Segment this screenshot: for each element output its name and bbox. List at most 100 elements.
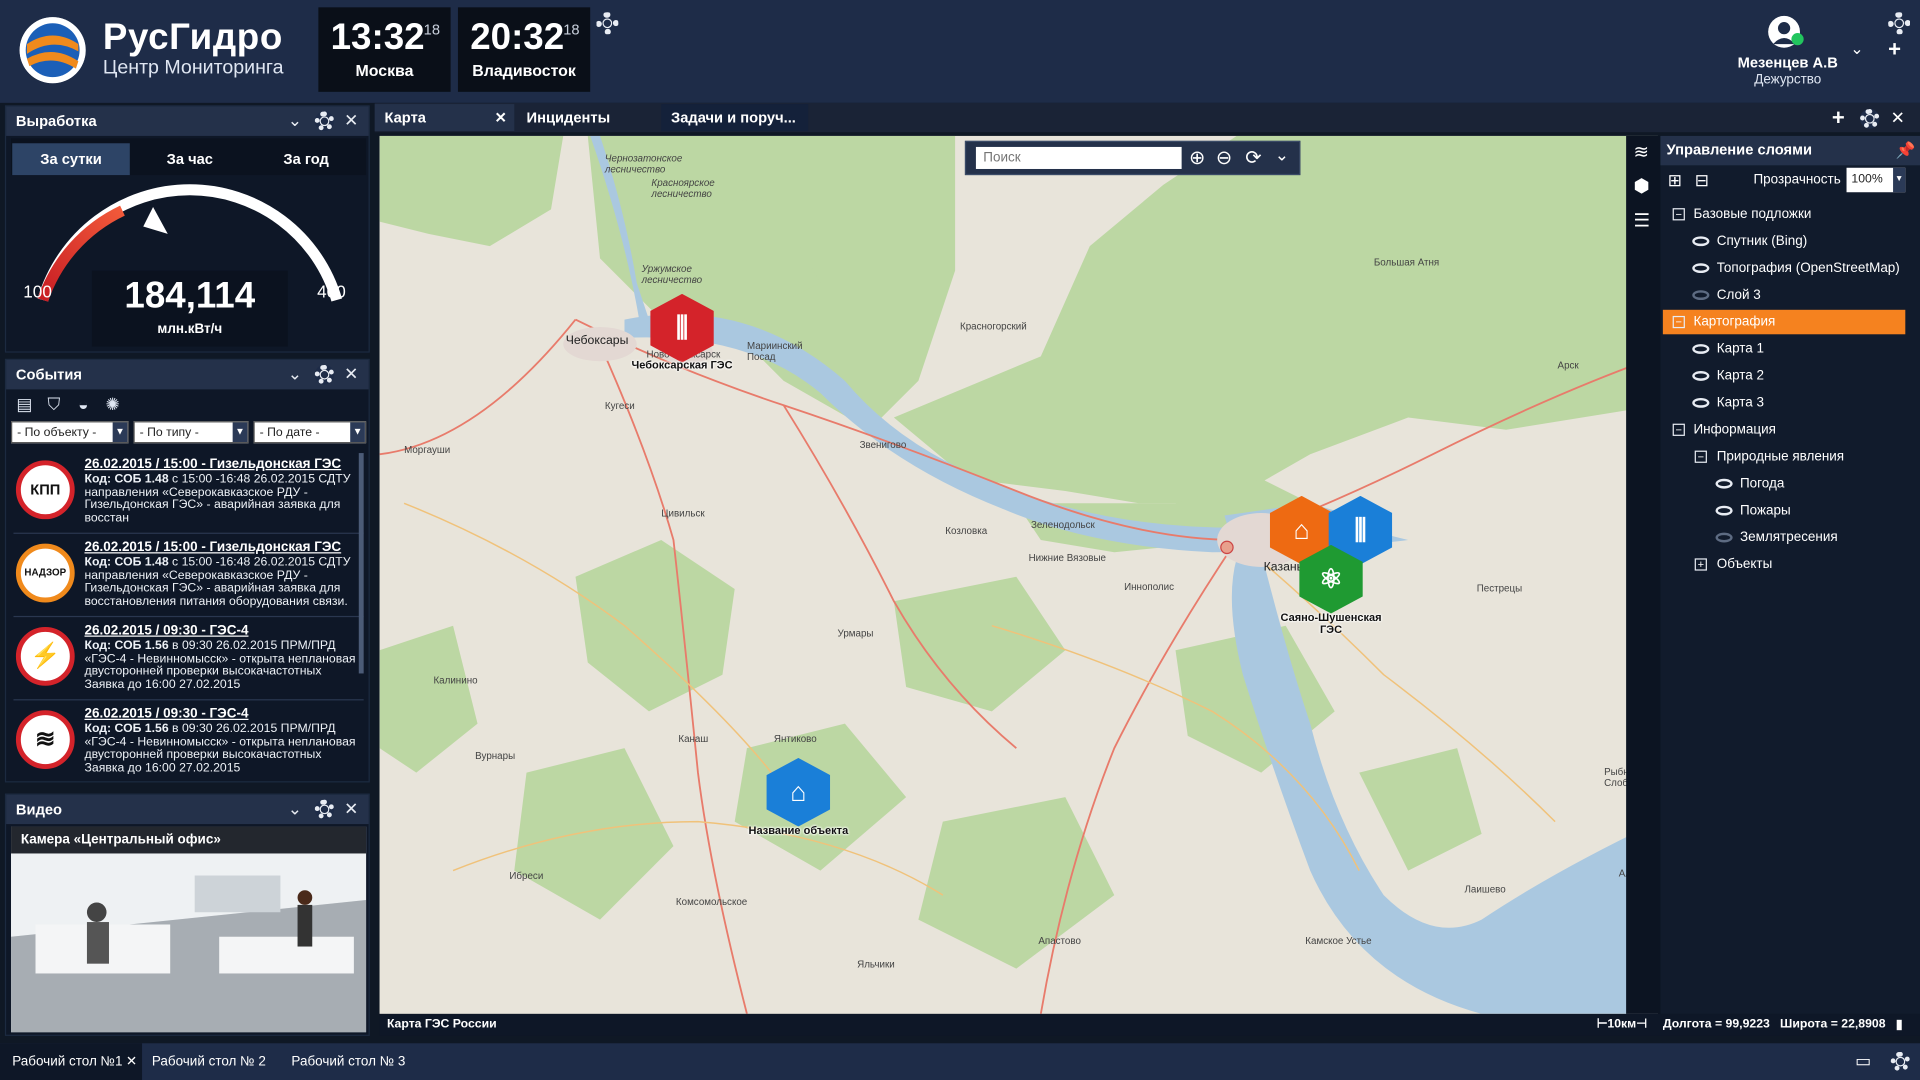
clock-settings-gear-icon[interactable]	[596, 12, 619, 35]
panel-settings-gear-icon[interactable]	[314, 364, 335, 385]
fullscreen-icon[interactable]: ▭	[1855, 1051, 1871, 1072]
tab-hour[interactable]: За час	[131, 143, 249, 175]
event-title[interactable]: 26.02.2015 / 09:30 - ГЭС-4	[84, 707, 248, 722]
collapse-box-icon[interactable]: −	[1672, 315, 1685, 329]
alarm-icon[interactable]: ✺	[102, 394, 124, 416]
layer-earthquakes[interactable]: Землятресения	[1660, 525, 1905, 549]
layer-weather[interactable]: Погода	[1660, 471, 1905, 495]
map-view[interactable]: Чебоксары Новочебоксарск Казань Мариинск…	[379, 135, 1658, 1014]
refresh-icon[interactable]: ⟳	[1245, 146, 1261, 170]
event-code: Код: СОБ 1.56	[84, 723, 169, 736]
gauge-min: 100	[23, 281, 52, 302]
layer-subgroup-nature[interactable]: − Природные явления	[1660, 444, 1905, 468]
layer-group-info[interactable]: − Информация	[1660, 418, 1905, 442]
close-icon[interactable]: ✕	[344, 364, 358, 385]
layer-subgroup-objects[interactable]: + Объекты	[1660, 552, 1905, 576]
eye-icon[interactable]	[1715, 478, 1733, 489]
event-title[interactable]: 26.02.2015 / 15:00 - Гизельдонская ГЭС	[84, 540, 341, 555]
filter-type-select[interactable]: - По типу - ▼	[133, 421, 249, 444]
close-icon[interactable]: ✕	[344, 798, 358, 819]
user-avatar-icon[interactable]	[1766, 15, 1805, 52]
event-item[interactable]: КПП 26.02.2015 / 15:00 - Гизельдонская Г…	[13, 453, 364, 534]
filter-date-select[interactable]: - По дате - ▼	[253, 421, 367, 444]
office-camera-image	[11, 826, 367, 1033]
expand-box-icon[interactable]: +	[1694, 558, 1707, 571]
zoom-in-icon[interactable]: ⊕	[1189, 146, 1205, 170]
eye-icon[interactable]	[1692, 371, 1710, 381]
layers-stack-icon[interactable]: ≋	[1633, 141, 1648, 163]
checkpoint-icon: КПП	[15, 460, 75, 520]
add-widget-icon[interactable]: +	[1888, 37, 1901, 63]
shield-icon[interactable]: ⛉	[43, 394, 65, 416]
eye-icon[interactable]	[1715, 505, 1733, 516]
layer-bing[interactable]: Спутник (Bing)	[1660, 229, 1905, 253]
desktop-label: Рабочий стол №1	[12, 1054, 123, 1069]
collapse-box-icon[interactable]: −	[1694, 450, 1707, 463]
expand-all-icon[interactable]: ⊞	[1668, 170, 1682, 191]
eye-icon[interactable]	[1692, 344, 1710, 354]
collapse-chevron-icon[interactable]: ⌄	[288, 798, 302, 819]
eye-icon[interactable]	[1692, 263, 1710, 274]
tab-incidents[interactable]: Инциденты	[517, 104, 659, 131]
event-item[interactable]: ⚡ 26.02.2015 / 09:30 - ГЭС-4 Код: СОБ 1.…	[13, 620, 364, 701]
eye-hidden-icon[interactable]	[1692, 290, 1710, 301]
panel-settings-gear-icon[interactable]	[314, 799, 335, 820]
map-search-input[interactable]	[975, 146, 1182, 169]
collapse-box-icon[interactable]: −	[1672, 208, 1685, 221]
add-tab-icon[interactable]: +	[1832, 105, 1845, 131]
desktop-tab-2[interactable]: Рабочий стол № 2	[140, 1043, 278, 1080]
eye-icon[interactable]	[1692, 397, 1710, 408]
layer-group-cartography[interactable]: − Картография	[1662, 309, 1906, 335]
settings-gear-icon[interactable]	[1890, 1051, 1911, 1072]
opacity-label: Прозрачность	[1753, 172, 1841, 188]
collapse-box-icon[interactable]: −	[1672, 423, 1685, 436]
layer-map-3[interactable]: Карта 3	[1660, 391, 1905, 415]
close-icon[interactable]: ✕	[126, 1043, 137, 1080]
tab-day[interactable]: За сутки	[12, 143, 130, 176]
layer-map-2[interactable]: Карта 2	[1660, 364, 1905, 388]
eye-hidden-icon[interactable]	[1715, 532, 1733, 543]
filter-all-icon[interactable]: ▤	[13, 394, 35, 416]
event-title[interactable]: 26.02.2015 / 15:00 - Гизельдонская ГЭС	[84, 457, 341, 472]
desktop-bar: Рабочий стол №1 ✕ Рабочий стол № 2 Рабочи…	[0, 1043, 1920, 1080]
event-title[interactable]: 26.02.2015 / 09:30 - ГЭС-4	[84, 623, 248, 638]
collapse-chevron-icon[interactable]: ⌄	[288, 110, 302, 131]
lock-icon[interactable]: ▮	[1896, 1014, 1903, 1036]
panel-settings-gear-icon[interactable]	[314, 111, 335, 132]
collapse-chevron-icon[interactable]: ⌄	[288, 364, 302, 385]
map-label: Ибреси	[509, 870, 544, 882]
hexagon-icon[interactable]: ⬢	[1633, 175, 1649, 197]
map-label: Нижние Вязовые	[1028, 552, 1106, 564]
layer-fires[interactable]: Пожары	[1660, 498, 1905, 522]
user-menu-chevron-down-icon[interactable]: ⌄	[1850, 39, 1863, 59]
layer-group-base[interactable]: − Базовые подложки	[1660, 202, 1905, 226]
layer-osm[interactable]: Топография (OpenStreetMap)	[1660, 256, 1905, 280]
zoom-out-icon[interactable]: ⊖	[1216, 146, 1232, 170]
desktop-tab-3[interactable]: Рабочий стол № 3	[279, 1043, 417, 1080]
helmet-icon[interactable]: ◒	[72, 394, 94, 416]
chevron-down-icon[interactable]: ⌄	[1275, 144, 1289, 165]
pin-icon[interactable]: 📌	[1896, 141, 1916, 161]
close-icon[interactable]: ✕	[1891, 108, 1905, 129]
list-icon[interactable]: ☰	[1633, 209, 1649, 232]
collapse-all-icon[interactable]: ⊟	[1695, 170, 1709, 191]
desktop-tab-1[interactable]: Рабочий стол №1 ✕	[0, 1043, 143, 1080]
close-icon[interactable]: ✕	[344, 110, 358, 131]
tab-map[interactable]: Карта ✕	[374, 104, 515, 132]
layer-3[interactable]: Слой 3	[1660, 283, 1905, 307]
tab-year[interactable]: За год	[247, 143, 365, 175]
eye-icon[interactable]	[1692, 236, 1710, 247]
battery-bolt-icon: ⚡	[15, 626, 75, 686]
events-scrollbar[interactable]	[358, 453, 364, 674]
settings-gear-icon[interactable]	[1888, 12, 1911, 35]
map-label: Апастово	[1038, 935, 1081, 947]
opacity-select[interactable]: 100% ▼	[1846, 167, 1906, 193]
tab-tasks[interactable]: Задачи и поруч...	[661, 104, 809, 132]
event-item[interactable]: ≋ 26.02.2015 / 09:30 - ГЭС-4 Код: СОБ 1.…	[13, 703, 363, 784]
close-tab-icon[interactable]: ✕	[495, 104, 507, 131]
layer-map-1[interactable]: Карта 1	[1660, 337, 1905, 361]
event-item[interactable]: НАДЗОР 26.02.2015 / 15:00 - Гизельдонска…	[13, 536, 364, 618]
tabs-settings-gear-icon[interactable]	[1860, 108, 1880, 129]
filter-object-select[interactable]: - По объекту - ▼	[11, 421, 129, 444]
camera-feed[interactable]: Камера «Центральный офис»	[11, 826, 367, 1033]
